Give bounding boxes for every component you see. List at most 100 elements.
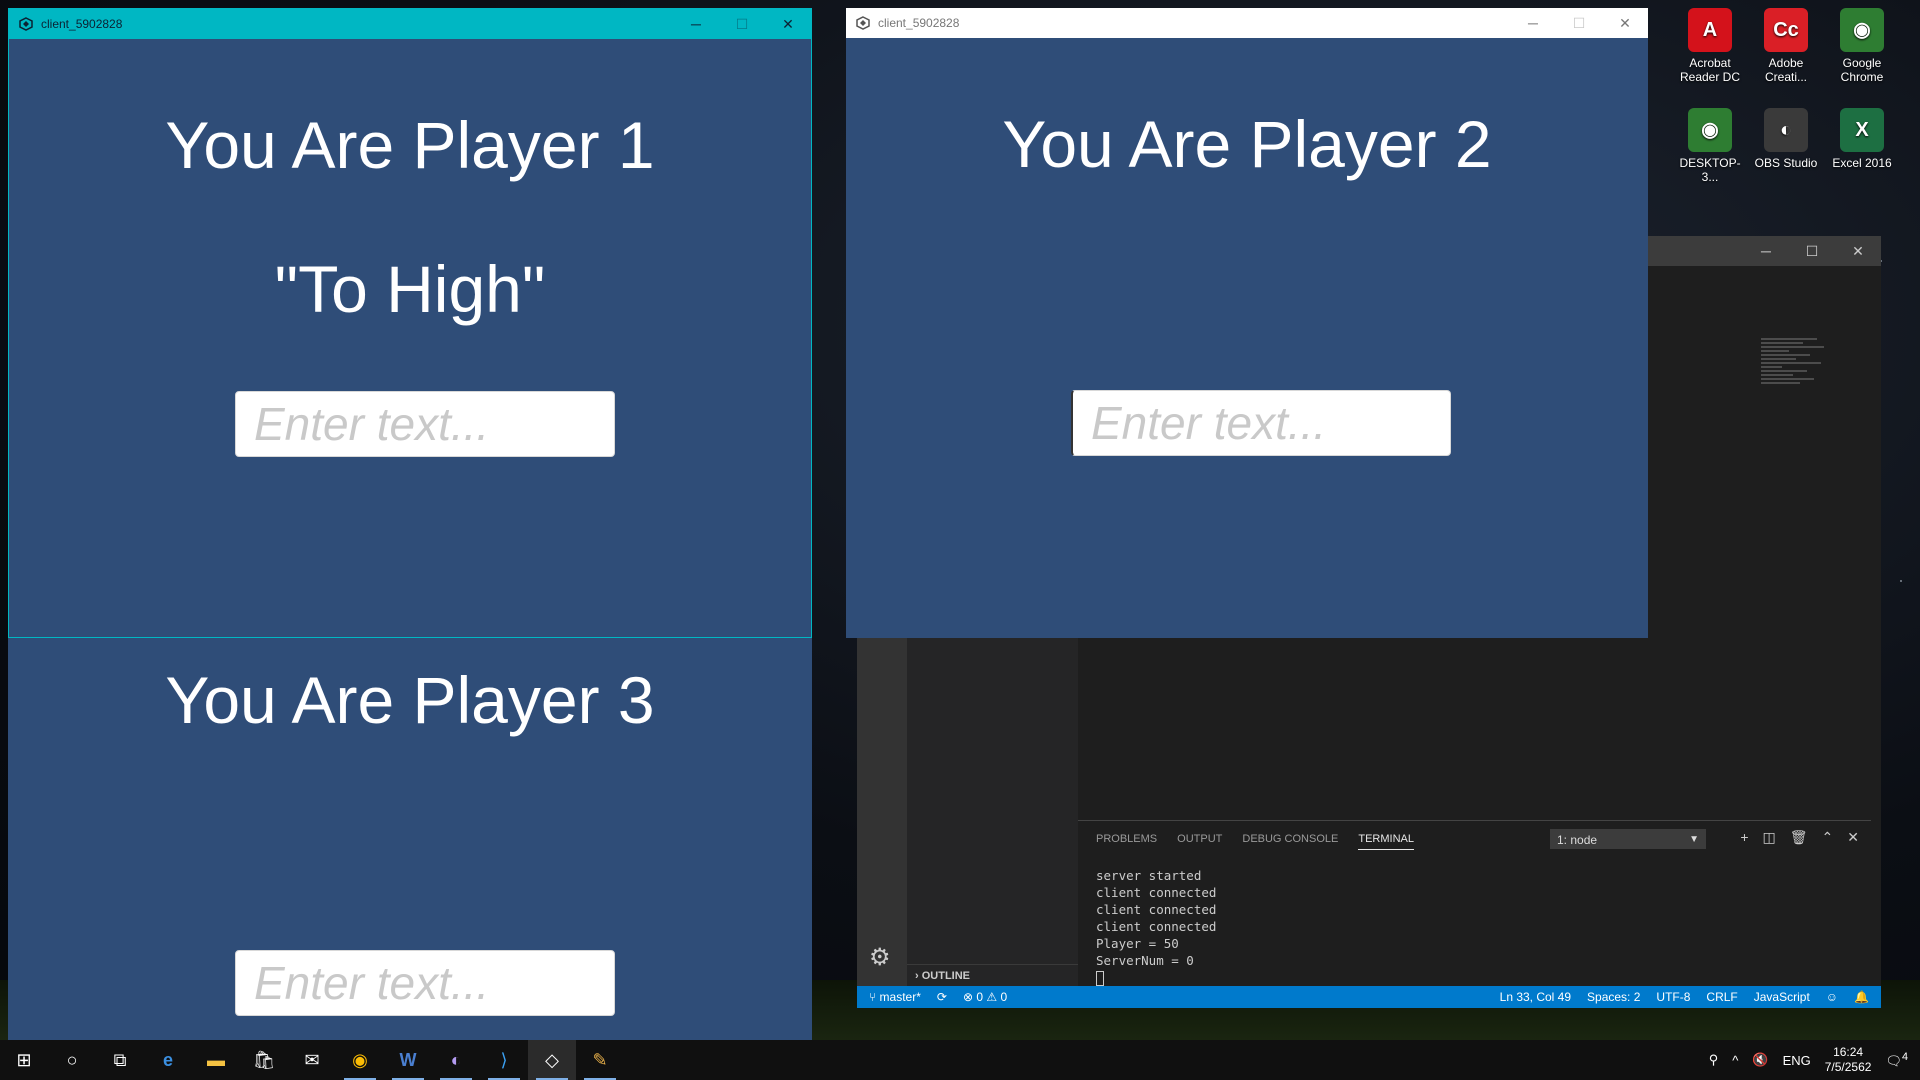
minimize-icon[interactable]: ─ [1510, 8, 1556, 38]
chevron-right-icon: › [915, 970, 922, 982]
end-of-line[interactable]: CRLF [1706, 990, 1737, 1004]
clock[interactable]: 16:24 7/5/2562 [1825, 1045, 1872, 1075]
language-mode[interactable]: JavaScript [1754, 990, 1810, 1004]
desktop-icon[interactable]: ◉ Google Chrome [1826, 8, 1898, 84]
panel-tab[interactable]: OUTPUT [1177, 833, 1222, 850]
desktop-icon-label: Acrobat Reader DC [1679, 56, 1741, 84]
settings-gear-icon[interactable]: ⚙ [869, 943, 891, 972]
start-windows-icon[interactable]: ⊞ [0, 1040, 48, 1080]
git-branch-label: master* [879, 990, 921, 1004]
desktop-icon-label: Google Chrome [1840, 56, 1884, 84]
panel-tab[interactable]: TERMINAL [1358, 833, 1414, 850]
app-icon: X [1840, 108, 1884, 152]
cursor-position[interactable]: Ln 33, Col 49 [1500, 990, 1571, 1004]
player-3-text-input[interactable] [235, 950, 615, 1016]
close-icon[interactable]: ✕ [1602, 8, 1648, 38]
desktop-icon-label: Adobe Creati... [1764, 56, 1807, 84]
terminal-line: client connected [1096, 902, 1217, 917]
terminal-select[interactable]: 1: node ▼ [1550, 829, 1706, 849]
maximize-panel-icon[interactable]: ⌃ [1822, 829, 1834, 846]
panel-tab[interactable]: PROBLEMS [1096, 833, 1157, 850]
bell-icon[interactable]: 🔔 [1854, 990, 1869, 1004]
close-icon[interactable]: ✕ [765, 9, 811, 39]
maximize-icon[interactable]: ☐ [719, 9, 765, 39]
app-icon: ◐ [1764, 108, 1808, 152]
desktop-icon-label: DESKTOP-3... [1679, 156, 1741, 184]
desktop-icon[interactable]: Cc Adobe Creati... [1750, 8, 1822, 84]
git-branch[interactable]: ⑂ master* [869, 990, 921, 1004]
unity-icon[interactable]: ◇ [528, 1040, 576, 1080]
store-icon[interactable]: 🛍 [240, 1040, 288, 1080]
input-language[interactable]: ENG [1783, 1053, 1811, 1068]
word-icon[interactable]: W [384, 1040, 432, 1080]
desktop-icon[interactable]: ◉ DESKTOP-3... [1674, 108, 1746, 184]
taskbar: ⊞ ○ ⧉ e ▬ 🛍 ✉ ◉ W ◐ ⟩ ◇ ✎ ⚲ ^ 🔇 ENG 16:2… [0, 1040, 1920, 1080]
close-icon[interactable]: ✕ [1835, 236, 1881, 266]
player-2-heading: You Are Player 2 [1002, 107, 1492, 181]
player-2-text-input[interactable] [1071, 390, 1451, 456]
game-window-player-1[interactable]: client_5902828 ─ ☐ ✕ You Are Player 1 "T… [8, 8, 812, 638]
status-bar: ⑂ master* ⟳ ⊗ 0 ⚠ 0 Ln 33, Col 49 Spaces… [857, 986, 1881, 1008]
terminal-line: client connected [1096, 919, 1217, 934]
outline-label: OUTLINE [921, 970, 971, 982]
problems-indicator[interactable]: ⊗ 0 ⚠ 0 [963, 990, 1007, 1004]
chevron-down-icon: ▼ [1689, 834, 1699, 845]
terminal-panel: PROBLEMS OUTPUT DEBUG CONSOLE TERMINAL 1: n… [1078, 820, 1871, 986]
system-tray: ⚲ ^ 🔇 ENG 16:24 7/5/2562 🗨4 [1709, 1040, 1920, 1080]
game-window-player-2[interactable]: client_5902828 ─ ☐ ✕ You Are Player 2 [846, 8, 1648, 638]
error-count: 0 [976, 990, 984, 1004]
vscode-icon[interactable]: ⟩ [480, 1040, 528, 1080]
people-icon[interactable]: ⚲ [1709, 1052, 1719, 1068]
terminal-line: client connected [1096, 885, 1217, 900]
volume-muted-icon[interactable]: 🔇 [1752, 1052, 1768, 1068]
feedback-icon[interactable]: ☺ [1826, 990, 1838, 1004]
new-terminal-icon[interactable]: + [1740, 829, 1748, 846]
close-panel-icon[interactable]: ✕ [1847, 829, 1859, 846]
mail-icon[interactable]: ✉ [288, 1040, 336, 1080]
minimize-icon[interactable]: ─ [673, 9, 719, 39]
desktop: A Acrobat Reader DC Cc Adobe Creati... ◉ Goog… [0, 0, 1920, 1040]
outline-section[interactable]: › OUTLINE [907, 964, 1078, 986]
desktop-icon[interactable]: ◐ OBS Studio [1750, 108, 1822, 170]
trash-icon[interactable]: 🗑 [1790, 829, 1808, 846]
indentation[interactable]: Spaces: 2 [1587, 990, 1640, 1004]
player-1-heading: You Are Player 1 [165, 108, 655, 182]
app-icon: ◉ [1688, 108, 1732, 152]
search-circle-icon[interactable]: ○ [48, 1040, 96, 1080]
terminal-output[interactable]: server started client connected client con… [1096, 867, 1216, 986]
clock-date: 7/5/2562 [1824, 1060, 1872, 1074]
encoding[interactable]: UTF-8 [1656, 990, 1690, 1004]
terminal-line: server started [1096, 868, 1202, 883]
game-window-player-3[interactable]: You Are Player 3 [8, 638, 812, 1040]
app-icon: ◉ [1840, 8, 1884, 52]
minimap[interactable] [1761, 336, 1831, 446]
obs-icon[interactable]: ◐ [432, 1040, 480, 1080]
paint-icon[interactable]: ✎ [576, 1040, 624, 1080]
window-1-titlebar[interactable]: client_5902828 ─ ☐ ✕ [9, 9, 811, 39]
unity-icon [856, 16, 870, 30]
chrome-icon[interactable]: ◉ [336, 1040, 384, 1080]
desktop-icon-label: Excel 2016 [1832, 156, 1892, 170]
player-3-heading: You Are Player 3 [165, 663, 655, 737]
minimize-icon[interactable]: ─ [1743, 236, 1789, 266]
task-view-icon[interactable]: ⧉ [96, 1040, 144, 1080]
notifications-icon[interactable]: 🗨4 [1885, 1051, 1908, 1069]
desktop-icon[interactable]: A Acrobat Reader DC [1674, 8, 1746, 84]
chevron-up-icon[interactable]: ^ [1732, 1053, 1738, 1068]
desktop-icon-label: OBS Studio [1754, 156, 1818, 170]
terminal-cursor [1096, 971, 1104, 986]
maximize-icon[interactable]: ☐ [1789, 236, 1835, 266]
window-1-title: client_5902828 [41, 17, 123, 31]
player-1-hint: "To High" [274, 252, 546, 326]
player-1-text-input[interactable] [235, 391, 615, 457]
maximize-icon[interactable]: ☐ [1556, 8, 1602, 38]
panel-tab[interactable]: DEBUG CONSOLE [1242, 833, 1338, 850]
window-2-title: client_5902828 [878, 16, 960, 30]
desktop-icon[interactable]: X Excel 2016 [1826, 108, 1898, 170]
edge-icon[interactable]: e [144, 1040, 192, 1080]
terminal-line: ServerNum = 0 [1096, 953, 1194, 968]
sync-icon[interactable]: ⟳ [937, 990, 947, 1004]
split-terminal-icon[interactable]: ◫ [1763, 829, 1776, 846]
window-2-titlebar[interactable]: client_5902828 ─ ☐ ✕ [846, 8, 1648, 38]
file-explorer-icon[interactable]: ▬ [192, 1040, 240, 1080]
